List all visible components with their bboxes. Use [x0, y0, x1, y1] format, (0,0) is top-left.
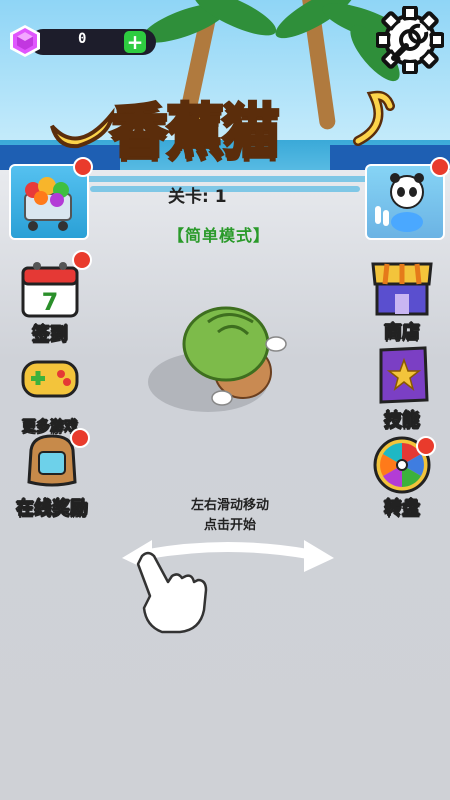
notification-badge: [72, 250, 92, 270]
menu-checkin-button[interactable]: 7 签到: [10, 258, 90, 346]
gem-currency-bar: 0 +: [8, 24, 156, 58]
menu-shop-button[interactable]: 商店: [362, 256, 442, 344]
game-title-text: 香蕉猫: [108, 96, 281, 167]
banana-icon: [50, 107, 115, 149]
menu-more-games-button[interactable]: 更多游戏: [6, 354, 94, 436]
notification-badge: [73, 157, 93, 177]
difficulty-mode-label: 【简单模式】: [168, 226, 271, 245]
gamepad-icon: [21, 360, 79, 398]
gem-icon: [10, 25, 40, 57]
panda-icon: [375, 173, 424, 232]
notification-badge: [416, 436, 436, 456]
player-character[interactable]: [138, 302, 298, 422]
game-title: 香蕉猫: [48, 76, 398, 167]
hint-line-move: 左右滑动移动: [190, 498, 269, 513]
notification-badge: [70, 428, 90, 448]
menu-label: 技能: [384, 410, 421, 432]
menu-label: 签到: [32, 324, 69, 346]
pointer-hand-icon: [136, 551, 208, 634]
spellbook-icon: [379, 346, 429, 404]
menu-label: 转盘: [384, 498, 421, 520]
menu-skills-button[interactable]: 技能: [362, 344, 442, 432]
settings-gear-icon[interactable]: [376, 6, 444, 74]
gem-count: 0: [78, 31, 87, 47]
menu-label: 商店: [384, 322, 421, 344]
fruit-cart-icon: [24, 177, 72, 231]
svg-text:7: 7: [42, 288, 59, 316]
calendar-icon: 7: [21, 262, 79, 318]
notification-badge: [430, 157, 450, 177]
cat-tail-icon: [353, 90, 395, 146]
shop-icon: [371, 262, 433, 316]
add-gems-button[interactable]: +: [124, 31, 146, 53]
menu-label: 在线奖励: [16, 498, 89, 520]
promo-game-panda-bowling[interactable]: [365, 164, 445, 240]
level-label: 关卡: 1: [168, 187, 227, 207]
